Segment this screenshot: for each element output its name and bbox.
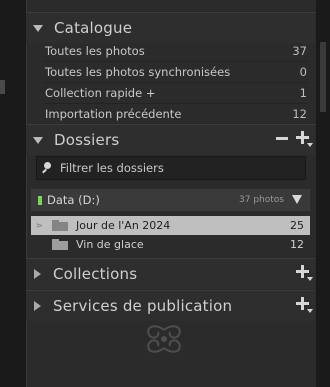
publish-services-title: Services de publication [53,297,233,315]
catalogue-item-synced-photos[interactable]: Toutes les photos synchronisées 0 [45,62,307,83]
volume-header[interactable]: Data (D:) 37 photos [31,189,310,211]
panel-end-ornament-icon [147,325,181,353]
add-collection-icon[interactable] [296,265,313,281]
folder-label: Vin de glace [76,238,144,251]
volume-menu-icon[interactable] [292,195,302,204]
expand-triangle-icon[interactable] [33,24,43,32]
volume-size: 37 photos [239,195,284,205]
scrollbar-thumb[interactable] [320,42,326,112]
volume-name: Data (D:) [47,193,100,207]
folder-icon [52,239,68,250]
folder-count: 12 [290,238,304,251]
catalogue-item-previous-import[interactable]: Importation précédente 12 [45,104,307,125]
catalogue-title: Catalogue [54,19,133,37]
folder-filter-input[interactable]: Filtrer les dossiers [36,156,306,180]
folder-filter-placeholder: Filtrer les dossiers [60,161,164,175]
folder-item-jour-de-lan[interactable]: ⋗ Jour de l'An 2024 25 [31,216,310,235]
folder-label: Jour de l'An 2024 [76,219,171,232]
expand-dots-icon[interactable]: ⋗ [36,221,44,230]
folder-count: 25 [290,219,304,232]
add-folder-icon[interactable] [296,131,313,147]
publish-services-header[interactable]: Services de publication [26,290,315,321]
folders-header[interactable]: Dossiers [26,124,315,155]
remove-folder-icon[interactable] [276,136,288,140]
collapse-triangle-icon[interactable] [34,269,41,279]
filmstrip-edge [0,0,26,387]
folder-icon [52,220,68,231]
panel-collapse-handle[interactable] [0,80,5,94]
collapse-triangle-icon[interactable] [34,301,41,311]
catalogue-header[interactable]: Catalogue [26,12,315,43]
collections-title: Collections [53,265,138,283]
folder-item-vin-de-glace[interactable]: Vin de glace 12 [31,235,310,254]
folders-title: Dossiers [54,131,120,149]
add-publish-service-icon[interactable] [296,297,313,313]
expand-triangle-icon[interactable] [33,136,43,144]
collections-header[interactable]: Collections [26,258,315,289]
catalogue-item-all-photos[interactable]: Toutes les photos 37 [45,41,307,62]
catalogue-list: Toutes les photos 37 Toutes les photos s… [26,41,315,125]
volume-status-icon [38,195,42,205]
search-icon [42,162,54,174]
catalogue-item-quick-collection[interactable]: Collection rapide + 1 [45,83,307,104]
